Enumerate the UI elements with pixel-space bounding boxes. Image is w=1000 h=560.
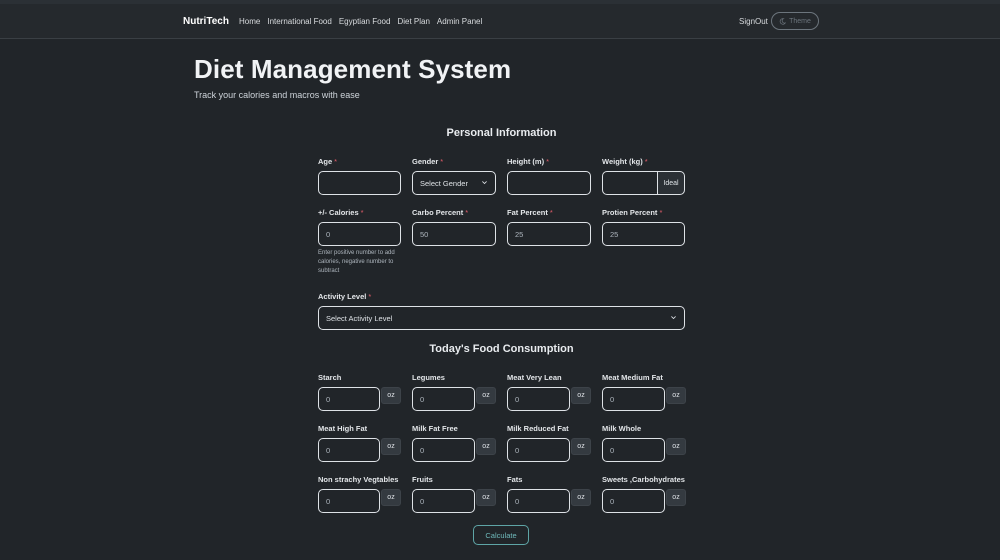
page-subtitle: Track your calories and macros with ease bbox=[194, 90, 360, 100]
unit-oz: oz bbox=[571, 438, 591, 455]
unit-oz: oz bbox=[571, 387, 591, 404]
theme-label: Theme bbox=[789, 17, 811, 25]
age-input[interactable] bbox=[318, 171, 401, 195]
personal-info-title: Personal Information bbox=[446, 127, 557, 139]
brand-logo[interactable]: NutriTech bbox=[183, 16, 229, 27]
food-label: Milk Whole bbox=[602, 424, 642, 433]
unit-oz: oz bbox=[571, 489, 591, 506]
nav-link-home[interactable]: Home bbox=[239, 17, 260, 26]
activity-level-label: Activity Level * bbox=[318, 292, 372, 301]
gender-select-value: Select Gender bbox=[420, 178, 468, 188]
food-quantity-input[interactable]: 0 bbox=[318, 438, 380, 462]
theme-toggle-button[interactable]: Theme bbox=[771, 12, 819, 30]
food-quantity-input[interactable]: 0 bbox=[602, 438, 665, 462]
signout-link[interactable]: SignOut bbox=[739, 17, 768, 26]
gender-select[interactable]: Select Gender bbox=[412, 171, 496, 195]
calories-help-text: Enter positive number to add calories, n… bbox=[318, 250, 395, 274]
carbo-percent-label: Carbo Percent * bbox=[412, 208, 469, 217]
unit-oz: oz bbox=[666, 438, 686, 455]
fat-percent-label: Fat Percent * bbox=[507, 208, 553, 217]
page-title: Diet Management System bbox=[194, 54, 512, 84]
carbo-percent-input[interactable]: 50 bbox=[412, 222, 496, 246]
food-label: Non strachy Vegtables bbox=[318, 475, 399, 484]
nav-link-admin-panel[interactable]: Admin Panel bbox=[437, 17, 482, 26]
food-quantity-input[interactable]: 0 bbox=[412, 387, 475, 411]
food-label: Legumes bbox=[412, 373, 445, 382]
unit-oz: oz bbox=[666, 387, 686, 404]
food-quantity-input[interactable]: 0 bbox=[507, 489, 570, 513]
food-quantity-input[interactable]: 0 bbox=[318, 387, 380, 411]
chevron-down-icon bbox=[671, 316, 676, 320]
calculate-button[interactable]: Calculate bbox=[473, 525, 529, 545]
protein-percent-input[interactable]: 25 bbox=[602, 222, 685, 246]
protein-percent-label: Protien Percent * bbox=[602, 208, 663, 217]
weight-label: Weight (kg) * bbox=[602, 157, 648, 166]
calories-label: +/- Calories * bbox=[318, 208, 364, 217]
chevron-down-icon bbox=[482, 181, 487, 185]
height-input[interactable] bbox=[507, 171, 591, 195]
food-quantity-input[interactable]: 0 bbox=[602, 489, 665, 513]
navbar: NutriTech Home International Food Egypti… bbox=[0, 4, 1000, 39]
food-quantity-input[interactable]: 0 bbox=[412, 438, 475, 462]
moon-icon bbox=[779, 17, 787, 25]
food-quantity-input[interactable]: 0 bbox=[318, 489, 380, 513]
activity-level-select[interactable]: Select Activity Level bbox=[318, 306, 685, 330]
unit-oz: oz bbox=[476, 489, 496, 506]
unit-oz: oz bbox=[381, 387, 401, 404]
food-quantity-input[interactable]: 0 bbox=[507, 438, 570, 462]
food-quantity-input[interactable]: 0 bbox=[602, 387, 665, 411]
unit-oz: oz bbox=[476, 438, 496, 455]
ideal-weight-button[interactable]: Ideal bbox=[657, 171, 685, 195]
unit-oz: oz bbox=[381, 489, 401, 506]
unit-oz: oz bbox=[476, 387, 496, 404]
food-label: Sweets ,Carbohydrates bbox=[602, 475, 685, 484]
unit-oz: oz bbox=[666, 489, 686, 506]
food-consumption-title: Today's Food Consumption bbox=[429, 343, 574, 355]
age-label: Age * bbox=[318, 157, 338, 166]
weight-input[interactable] bbox=[602, 171, 658, 195]
fat-percent-input[interactable]: 25 bbox=[507, 222, 591, 246]
food-quantity-input[interactable]: 0 bbox=[412, 489, 475, 513]
food-label: Meat Very Lean bbox=[507, 373, 562, 382]
height-label: Height (m) * bbox=[507, 157, 550, 166]
nav-link-international-food[interactable]: International Food bbox=[267, 17, 332, 26]
food-label: Meat High Fat bbox=[318, 424, 368, 433]
calories-input[interactable]: 0 bbox=[318, 222, 401, 246]
nav-link-egyptian-food[interactable]: Egyptian Food bbox=[339, 17, 391, 26]
unit-oz: oz bbox=[381, 438, 401, 455]
nav-links: Home International Food Egyptian Food Di… bbox=[239, 17, 489, 26]
nav-link-diet-plan[interactable]: Diet Plan bbox=[397, 17, 429, 26]
food-label: Meat Medium Fat bbox=[602, 373, 663, 382]
food-quantity-input[interactable]: 0 bbox=[507, 387, 570, 411]
activity-level-value: Select Activity Level bbox=[326, 313, 393, 323]
food-label: Milk Fat Free bbox=[412, 424, 458, 433]
food-label: Milk Reduced Fat bbox=[507, 424, 569, 433]
food-label: Starch bbox=[318, 373, 342, 382]
food-label: Fats bbox=[507, 475, 523, 484]
gender-label: Gender * bbox=[412, 157, 444, 166]
food-label: Fruits bbox=[412, 475, 433, 484]
